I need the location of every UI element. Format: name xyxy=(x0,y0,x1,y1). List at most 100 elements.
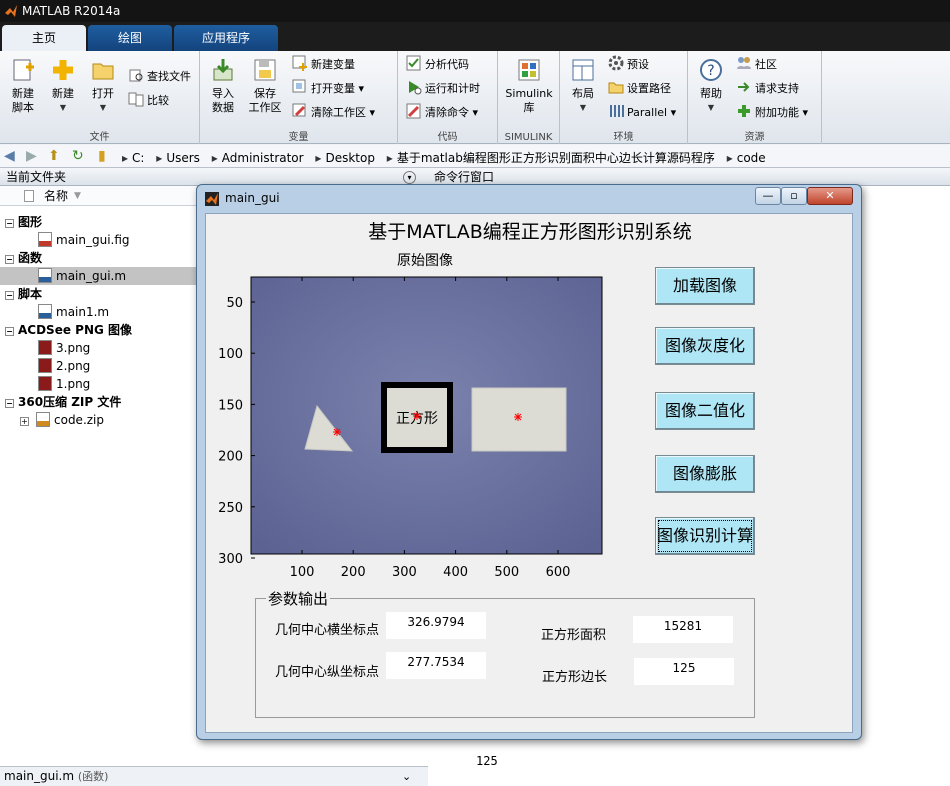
breadcrumb-item[interactable]: Users xyxy=(166,151,200,165)
analyze-code-button[interactable]: 分析代码 xyxy=(406,55,469,75)
support-icon xyxy=(738,82,750,92)
main-gui-window: main_gui — ▫ ✕ 基于MATLAB编程正方形图形识别系统 原始图像 … xyxy=(196,184,862,740)
open-button[interactable]: 打开 ▼ xyxy=(80,55,126,115)
file-row-label: main_gui.m xyxy=(56,269,127,283)
png-file-icon xyxy=(38,358,52,373)
y-axis: 50100150200250300350400450500 xyxy=(218,296,255,567)
preferences-button[interactable]: 预设 xyxy=(608,55,649,75)
collapse-toggle-icon[interactable]: − xyxy=(5,291,14,300)
back-arrow-icon[interactable]: ◀ xyxy=(4,148,15,164)
import-label-1: 导入 xyxy=(212,87,234,100)
tab-plots[interactable]: 绘图 xyxy=(88,25,172,51)
binarize-button[interactable]: 图像二值化 xyxy=(655,392,755,430)
request-support-label: 请求支持 xyxy=(755,82,799,95)
group-code: 分析代码 运行和计时 清除命令 ▾ 代码 xyxy=(398,51,498,144)
parallel-button[interactable]: Parallel ▾ xyxy=(608,103,676,123)
community-label: 社区 xyxy=(755,58,777,71)
dilate-button[interactable]: 图像膨胀 xyxy=(655,455,755,493)
compare-icon xyxy=(128,92,144,107)
group-environment: 布局 ▼ 预设 设置路径 Parallel ▾ 环境 xyxy=(560,51,688,144)
tab-home[interactable]: 主页 xyxy=(2,25,86,51)
load-image-button[interactable]: 加载图像 xyxy=(655,267,755,305)
square-centroid-marker xyxy=(413,412,421,420)
group-variable-label: 变量 xyxy=(288,132,309,143)
gui-figure-body: 基于MATLAB编程正方形图形识别系统 原始图像 正方形 50100150200… xyxy=(205,213,853,733)
compare-button[interactable]: 比较 xyxy=(128,91,169,111)
collapse-toggle-icon[interactable]: − xyxy=(5,255,14,264)
find-files-button[interactable]: 查找文件 xyxy=(128,67,191,87)
preferences-label: 预设 xyxy=(627,58,649,71)
x-tick-label: 300 xyxy=(392,565,417,580)
request-support-button[interactable]: 请求支持 xyxy=(736,79,799,99)
png-file-icon xyxy=(38,376,52,391)
new-variable-icon xyxy=(292,55,307,71)
grayscale-button[interactable]: 图像灰度化 xyxy=(655,327,755,365)
gui-heading: 基于MATLAB编程正方形图形识别系统 xyxy=(368,221,692,243)
chevron-down-icon[interactable]: ⌄ xyxy=(402,767,411,786)
simulink-library-button[interactable]: Simulink 库 xyxy=(504,55,554,115)
open-label: 打开 xyxy=(92,87,114,100)
gear-icon xyxy=(608,55,624,71)
new-variable-button[interactable]: 新建变量 xyxy=(292,55,355,75)
axes-title: 原始图像 xyxy=(397,253,453,269)
tab-apps[interactable]: 应用程序 xyxy=(174,25,278,51)
minimize-button[interactable]: — xyxy=(755,187,781,205)
layout-label: 布局 xyxy=(572,87,594,100)
clear-commands-button[interactable]: 清除命令 ▾ xyxy=(406,103,478,123)
breadcrumb-item[interactable]: C: xyxy=(132,151,144,165)
new-script-icon xyxy=(13,59,34,81)
collapse-toggle-icon[interactable]: − xyxy=(5,219,14,228)
file-row-label: 3.png xyxy=(56,341,91,355)
panel-menu-icon[interactable]: ▾ xyxy=(403,171,416,184)
help-label: 帮助 xyxy=(700,87,722,100)
name-column-label: 名称 xyxy=(44,189,69,203)
fig-file-icon xyxy=(38,232,52,247)
breadcrumb-item[interactable]: 基于matlab编程图形正方形识别面积中心边长计算源码程序 xyxy=(397,151,715,165)
add-ons-button[interactable]: 附加功能 ▾ xyxy=(736,103,808,123)
close-button[interactable]: ✕ xyxy=(807,187,853,205)
clear-workspace-icon xyxy=(292,103,306,117)
group-file-label: 文件 xyxy=(89,132,110,143)
community-icon xyxy=(737,57,751,69)
open-variable-button[interactable]: 打开变量 ▾ xyxy=(292,79,364,99)
chevron-down-icon: ▾ xyxy=(369,106,376,119)
recognize-compute-button[interactable]: 图像识别计算 xyxy=(655,517,755,555)
up-folder-icon[interactable]: ⬆ xyxy=(48,148,60,164)
breadcrumb-item[interactable]: Administrator xyxy=(222,151,304,165)
run-time-button[interactable]: 运行和计时 xyxy=(406,79,480,99)
import-data-button[interactable]: 导入 数据 xyxy=(200,55,246,115)
chevron-down-icon: ▼ xyxy=(579,103,587,112)
group-variable: 导入 数据 保存 工作区 新建变量 打开变量 ▾ 清除工作区 ▾ 变量 xyxy=(200,51,398,144)
community-button[interactable]: 社区 xyxy=(736,55,777,75)
y-tick-label: 300 xyxy=(218,552,243,567)
import-data-icon xyxy=(213,59,233,81)
browse-folder-icon[interactable]: ↻ xyxy=(72,148,84,164)
plus-icon xyxy=(53,60,73,80)
group-resources: ? 帮助 ▼ 社区 请求支持 附加功能 ▾ 资源 xyxy=(688,51,822,144)
file-type-icon xyxy=(24,190,34,202)
collapse-toggle-icon[interactable]: − xyxy=(5,399,14,408)
breadcrumb-item[interactable]: Desktop xyxy=(325,151,375,165)
address-bar: ◀ ▶ ⬆ ↻ ▮ ▸ C: ▸ Users ▸ Administrator ▸ Des… xyxy=(0,145,950,168)
set-path-button[interactable]: 设置路径 xyxy=(608,79,671,99)
original-image-axes[interactable]: 原始图像 正方形 50100150200250300350400450500 1… xyxy=(206,244,626,584)
clear-workspace-label: 清除工作区 xyxy=(311,106,366,119)
details-bar[interactable]: main_gui.m (函数) ⌄ xyxy=(0,766,428,786)
help-button[interactable]: ? 帮助 ▼ xyxy=(688,55,734,115)
collapse-toggle-icon[interactable]: − xyxy=(5,327,14,336)
details-file-kind: (函数) xyxy=(77,770,109,783)
maximize-button[interactable]: ▫ xyxy=(781,187,807,205)
m-file-icon xyxy=(38,268,52,283)
side-length-value: 125 xyxy=(634,658,734,685)
file-row-label: ACDSee PNG 图像 xyxy=(18,323,133,337)
forward-arrow-icon[interactable]: ▶ xyxy=(26,148,37,164)
save-workspace-button[interactable]: 保存 工作区 xyxy=(242,55,288,115)
clear-workspace-button[interactable]: 清除工作区 ▾ xyxy=(292,103,375,123)
breadcrumb-separator-icon: ▸ xyxy=(315,151,322,165)
breadcrumb-item[interactable]: code xyxy=(737,151,766,165)
analyze-code-icon xyxy=(406,55,421,71)
command-output: 125 xyxy=(476,754,498,768)
rectangle-centroid-marker xyxy=(514,413,522,421)
layout-button[interactable]: 布局 ▼ xyxy=(560,55,606,115)
png-file-icon xyxy=(38,340,52,355)
